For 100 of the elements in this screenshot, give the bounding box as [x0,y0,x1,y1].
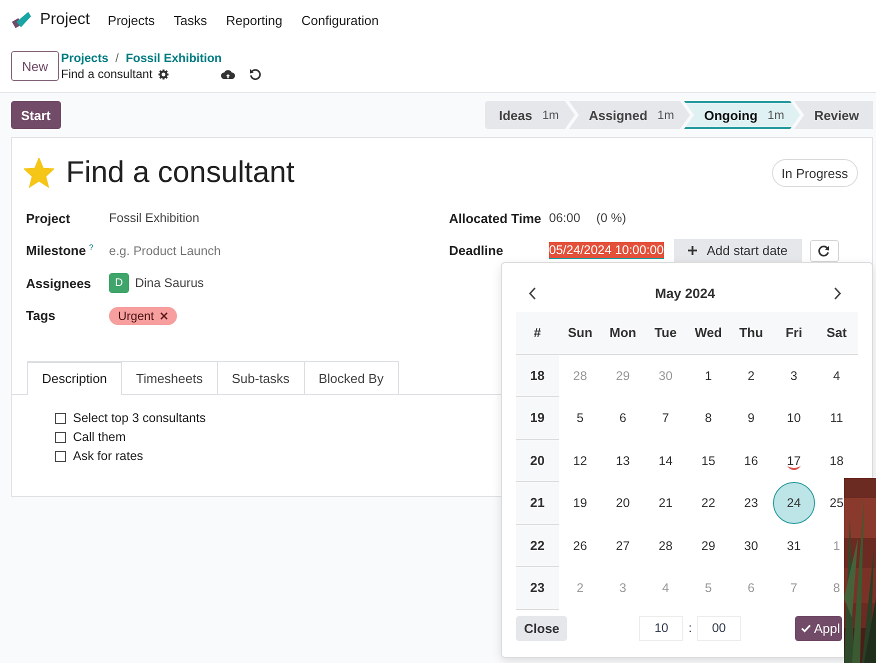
stage-button[interactable]: Review [794,101,873,129]
calendar-day[interactable]: 27 [614,536,631,555]
new-button[interactable]: New [11,51,60,81]
calendar-day[interactable]: 4 [832,366,842,385]
breadcrumb-link[interactable]: Projects [61,51,108,65]
calendar-day[interactable]: 7 [661,409,670,428]
help-marker[interactable]: ? [88,243,94,252]
apply-button[interactable]: Appl [794,616,842,640]
field-value[interactable]: 06:00 [549,211,580,226]
calendar-day[interactable]: 30 [743,536,760,555]
refresh-icon [818,244,830,257]
minute-field[interactable]: 00 [696,616,741,640]
checkbox[interactable] [55,412,66,424]
weekday-header: Mon [602,312,644,354]
breadcrumb-separator: / [115,51,119,65]
weekday-header: Thu [730,312,772,354]
calendar-day[interactable]: 17 [786,452,802,470]
task-title[interactable]: Find a consultant [66,156,760,190]
calendar-day[interactable]: 21 [658,494,674,512]
calendar-day[interactable]: 12 [572,452,588,470]
field-label: Milestone [26,243,86,258]
tab[interactable]: Blocked By [304,361,399,394]
calendar-day[interactable]: 2 [746,366,756,385]
status-button[interactable]: In Progress [772,159,858,187]
previous-icon[interactable] [528,286,537,300]
avatar: D [109,273,129,294]
calendar-day[interactable]: 14 [658,452,674,470]
calendar-day[interactable]: 6 [618,409,628,428]
field-label: Allocated Time [449,210,542,226]
tab[interactable]: Description [27,361,122,395]
stage-button[interactable]: Ongoing 1m [684,101,800,129]
calendar-day[interactable]: 18 [828,452,845,470]
week-number: 21 [516,482,559,524]
weekday-header: Sun [558,312,602,354]
star-icon[interactable] [24,158,54,188]
month-title[interactable]: May 2024 [654,286,716,300]
field-label: Assignees [26,276,92,291]
checklist-item: Call them [73,430,126,444]
checkbox[interactable] [55,450,66,462]
app-name[interactable]: Project [40,11,90,29]
calendar-day[interactable]: 23 [743,494,760,512]
field-label: Deadline [449,243,504,258]
week-number: 19 [516,397,559,440]
calendar-day[interactable]: 8 [704,409,713,428]
cloud-upload-icon [221,68,236,80]
record-name: Find a consultant [61,67,152,81]
settings-icon [158,68,170,80]
undo-icon [249,68,262,80]
calendar-day[interactable]: 25 [828,494,845,512]
remove-icon [160,312,168,320]
calendar-day[interactable]: 20 [614,494,631,512]
checklist-item: Ask for rates [73,449,144,463]
calendar-day[interactable]: 11 [829,409,844,428]
calendar-day[interactable]: 9 [746,409,756,428]
app-logo-icon [10,10,32,30]
calendar-day[interactable]: 28 [658,536,674,555]
stage-button[interactable]: Assigned 1m [568,101,690,129]
next-icon[interactable] [832,286,842,300]
calendar-day[interactable]: 10 [786,409,802,428]
menu-item[interactable]: Projects [108,12,155,28]
percent-value: (0 %) [596,211,626,226]
week-number: 22 [516,524,559,567]
calendar-day[interactable]: 1 [704,366,713,385]
assignee-name[interactable]: Dina Saurus [135,276,204,290]
week-number: 23 [516,567,559,610]
calendar-day[interactable]: 3 [789,366,798,385]
weekday-header: Fri [772,312,816,354]
field-label: Project [26,210,70,226]
weekday-header: Wed [687,312,730,354]
checkbox[interactable] [55,432,66,442]
plus-icon [688,246,697,256]
week-number: 18 [516,354,559,397]
calendar-day[interactable]: 5 [576,409,585,428]
stage-button[interactable]: Ideas 1m [484,101,575,129]
weekday-header: Tue [644,312,687,354]
deadline-field[interactable]: 05/24/2024 10:00:00 [549,242,664,260]
calendar-day[interactable]: 29 [700,536,716,555]
hour-field[interactable]: 10 [639,616,684,640]
add-start-date-button[interactable]: Add start date [674,238,802,263]
menu-item[interactable]: Tasks [174,12,207,28]
calendar-day[interactable]: 19 [572,494,588,512]
menu-item[interactable]: Configuration [301,12,379,28]
calendar-day[interactable]: 15 [700,452,716,470]
field-label: Tags [26,308,56,324]
refresh-button[interactable] [810,240,839,262]
calendar-day[interactable]: 22 [700,494,716,512]
calendar-day[interactable]: 26 [572,536,588,555]
close-button[interactable]: Close [516,616,568,640]
start-button[interactable]: Start [11,101,61,129]
checklist-item: Select top 3 consultants [73,411,206,425]
breadcrumb-link[interactable]: Fossil Exhibition [126,51,222,65]
calendar-day[interactable]: 16 [743,452,760,470]
field-value[interactable]: Fossil Exhibition [109,211,200,226]
calendar-day[interactable]: 24 [772,482,815,524]
week-header: # [516,312,559,354]
calendar-day[interactable]: 13 [614,452,631,470]
menu-item[interactable]: Reporting [226,12,282,28]
calendar-day[interactable]: 31 [786,536,802,555]
tag[interactable]: Urgent [109,306,178,325]
weekday-header: Sat [815,312,858,354]
